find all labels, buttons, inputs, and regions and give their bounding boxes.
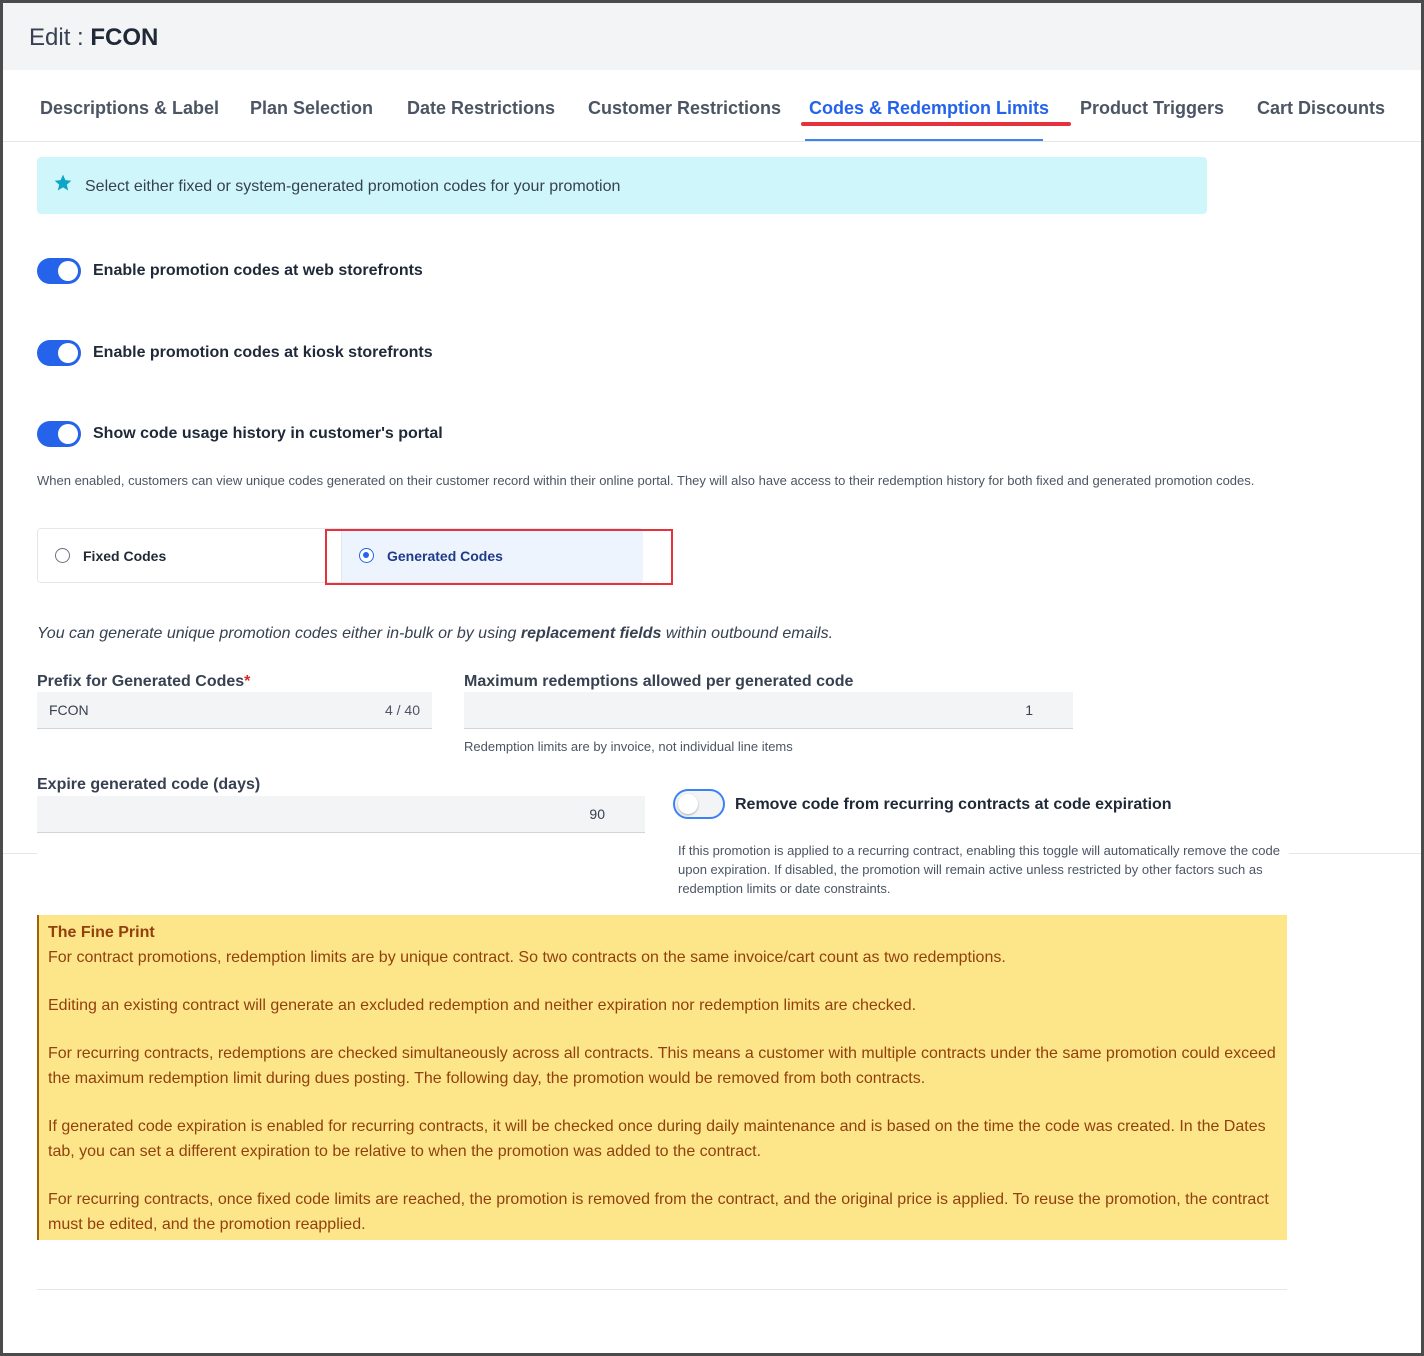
fine-print-callout: The Fine Print For contract promotions, … bbox=[37, 915, 1287, 1240]
max-redemptions-help: Redemption limits are by invoice, not in… bbox=[464, 739, 793, 754]
fine-print-paragraph: For contract promotions, redemption limi… bbox=[48, 949, 1006, 966]
toggle-knob bbox=[58, 424, 78, 444]
page-title: Edit : FCON bbox=[29, 24, 159, 51]
usage-history-toggle-label: Show code usage history in customer's po… bbox=[93, 425, 443, 442]
replacement-fields-text: replacement fields bbox=[520, 625, 662, 642]
expire-days-label: Expire generated code (days) bbox=[37, 776, 261, 793]
max-redemptions-label: Maximum redemptions allowed per generate… bbox=[464, 673, 854, 690]
tab-customer-restrictions[interactable]: Customer Restrictions bbox=[588, 98, 781, 119]
app-window: Edit : FCON Descriptions & Label Plan Se… bbox=[0, 0, 1424, 1356]
tab-cart-discounts[interactable]: Cart Discounts bbox=[1257, 98, 1385, 119]
web-storefront-toggle-label: Enable promotion codes at web storefront… bbox=[93, 262, 423, 279]
tab-bar: Descriptions & Label Plan Selection Date… bbox=[3, 70, 1421, 142]
tab-codes-redemption-limits[interactable]: Codes & Redemption Limits bbox=[809, 98, 1049, 119]
section-divider-left bbox=[3, 853, 37, 854]
kiosk-storefront-toggle[interactable] bbox=[37, 340, 81, 366]
usage-history-help: When enabled, customers can view unique … bbox=[37, 473, 1255, 488]
fixed-codes-radio[interactable] bbox=[55, 548, 70, 563]
web-storefront-toggle[interactable] bbox=[37, 258, 81, 284]
expire-days-value: 90 bbox=[589, 806, 605, 822]
bottom-divider bbox=[37, 1289, 1287, 1290]
fine-print-paragraph: For recurring contracts, once fixed code… bbox=[48, 1191, 1269, 1233]
toggle-knob bbox=[58, 261, 78, 281]
toggle-knob bbox=[678, 794, 698, 814]
generated-codes-label: Generated Codes bbox=[387, 548, 503, 564]
fixed-codes-label: Fixed Codes bbox=[83, 548, 167, 564]
fine-print-paragraph: If generated code expiration is enabled … bbox=[48, 1118, 1266, 1160]
prefix-input[interactable]: FCON 4 / 40 bbox=[37, 692, 432, 729]
generated-codes-intro: You can generate unique promotion codes … bbox=[37, 625, 834, 642]
remove-code-toggle-label: Remove code from recurring contracts at … bbox=[735, 796, 1172, 813]
info-banner-text: Select either fixed or system-generated … bbox=[85, 178, 621, 195]
prefix-field-label: Prefix for Generated Codes* bbox=[37, 673, 251, 690]
usage-history-toggle[interactable] bbox=[37, 421, 81, 447]
info-banner: Select either fixed or system-generated … bbox=[37, 157, 1207, 214]
max-redemptions-input[interactable]: 1 bbox=[464, 692, 1073, 729]
tab-plan-selection[interactable]: Plan Selection bbox=[250, 98, 373, 119]
toggle-knob bbox=[58, 343, 78, 363]
tab-descriptions-label[interactable]: Descriptions & Label bbox=[40, 98, 219, 119]
active-tab-annotation bbox=[801, 122, 1071, 126]
tab-date-restrictions[interactable]: Date Restrictions bbox=[407, 98, 555, 119]
page-header: Edit : FCON bbox=[3, 3, 1421, 70]
promotion-name: FCON bbox=[90, 24, 159, 51]
active-tab-indicator bbox=[805, 139, 1043, 141]
fine-print-paragraph: For recurring contracts, redemptions are… bbox=[48, 1045, 1276, 1087]
generated-codes-option[interactable]: Generated Codes bbox=[341, 529, 643, 582]
tab-product-triggers[interactable]: Product Triggers bbox=[1080, 98, 1224, 119]
fixed-codes-option[interactable]: Fixed Codes bbox=[38, 529, 341, 582]
required-marker: * bbox=[244, 673, 251, 690]
prefix-input-value: FCON bbox=[49, 702, 89, 718]
prefix-char-counter: 4 / 40 bbox=[384, 702, 420, 718]
star-icon bbox=[54, 174, 72, 191]
section-divider-right bbox=[1289, 853, 1421, 854]
kiosk-storefront-toggle-label: Enable promotion codes at kiosk storefro… bbox=[93, 344, 433, 361]
fine-print-paragraph: Editing an existing contract will genera… bbox=[48, 997, 917, 1014]
code-type-radio-group: Fixed Codes Generated Codes bbox=[37, 528, 643, 583]
fine-print-title: The Fine Print bbox=[48, 924, 155, 941]
expire-days-input[interactable]: 90 bbox=[37, 796, 645, 833]
remove-code-toggle[interactable] bbox=[673, 789, 725, 819]
max-redemptions-value: 1 bbox=[1025, 702, 1033, 718]
generated-codes-radio[interactable] bbox=[359, 548, 374, 563]
remove-code-help: If this promotion is applied to a recurr… bbox=[678, 843, 1280, 896]
